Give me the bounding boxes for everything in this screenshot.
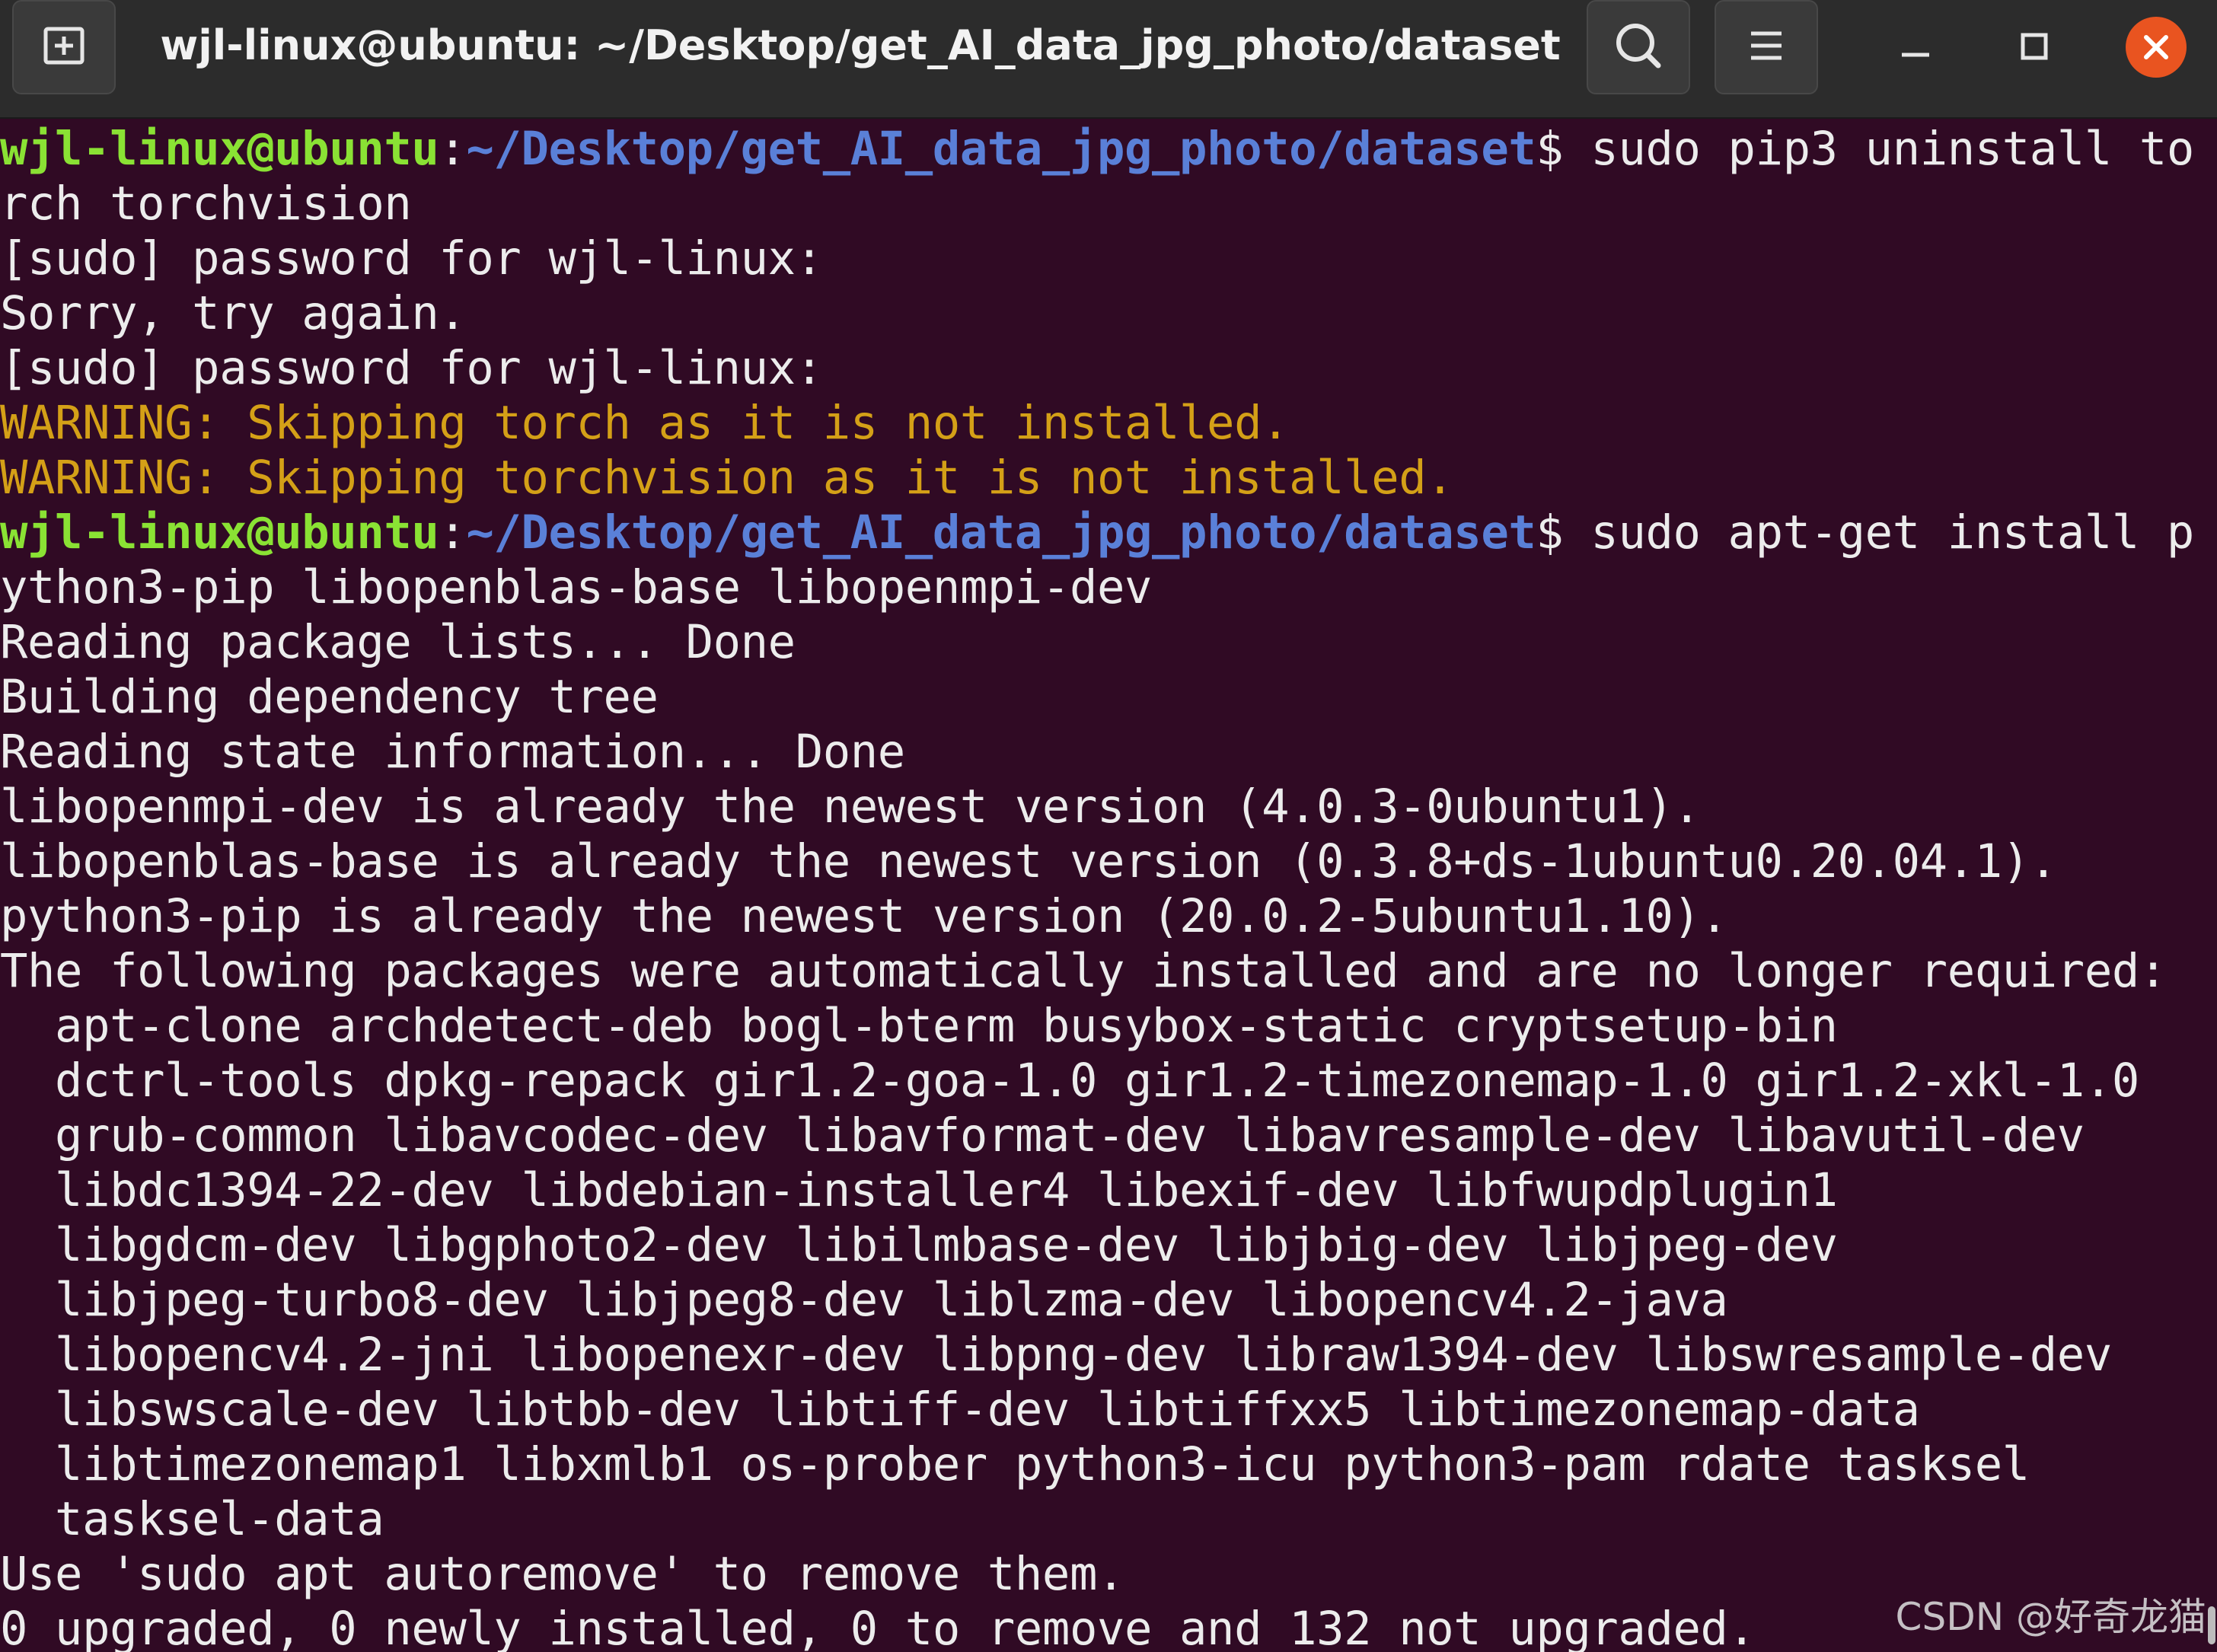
close-icon xyxy=(2144,35,2168,59)
prompt-separator: : xyxy=(439,506,467,560)
search-button[interactable] xyxy=(1587,0,1690,94)
terminal-line: wjl-linux@ubuntu:~/Desktop/get_AI_data_j… xyxy=(0,505,2194,560)
prompt-path: ~/Desktop/get_AI_data_jpg_photo/dataset xyxy=(466,123,1536,176)
terminal-line: Sorry, try again. xyxy=(0,287,467,340)
scrollbar[interactable] xyxy=(2208,1606,2215,1644)
terminal-line: ython3-pip libopenblas-base libopenmpi-d… xyxy=(0,561,1153,614)
prompt-user: wjl-linux@ubuntu xyxy=(0,123,439,176)
command-text: $ sudo apt-get install p xyxy=(1536,506,2194,560)
close-button[interactable] xyxy=(2126,17,2187,78)
terminal-line: Reading state information... Done xyxy=(0,726,905,779)
warning-line: WARNING: Skipping torch as it is not ins… xyxy=(0,397,1290,450)
new-tab-button[interactable] xyxy=(12,0,116,94)
prompt-path: ~/Desktop/get_AI_data_jpg_photo/dataset xyxy=(466,506,1536,560)
warning-line: WARNING: Skipping torchvision as it is n… xyxy=(0,451,1454,505)
terminal-line: tasksel-data xyxy=(0,1493,384,1546)
menu-button[interactable] xyxy=(1715,0,1818,94)
command-text: $ sudo pip3 uninstall to xyxy=(1536,123,2194,176)
hamburger-menu-icon xyxy=(1751,31,1782,60)
maximize-icon xyxy=(2021,33,2048,60)
title-bar[interactable]: wjl-linux@ubuntu: ~/Desktop/get_AI_data_… xyxy=(0,0,2217,119)
terminal-line: libgdcm-dev libgphoto2-dev libilmbase-de… xyxy=(0,1219,1838,1272)
terminal-line: libdc1394-22-dev libdebian-installer4 li… xyxy=(0,1164,1838,1217)
minimize-button[interactable] xyxy=(1885,17,1946,78)
terminal-line: wjl-linux@ubuntu:~/Desktop/get_AI_data_j… xyxy=(0,122,2194,177)
terminal-output[interactable]: wjl-linux@ubuntu:~/Desktop/get_AI_data_j… xyxy=(0,122,2217,1652)
terminal-line: libopencv4.2-jni libopenexr-dev libpng-d… xyxy=(0,1328,2112,1382)
terminal-line: grub-common libavcodec-dev libavformat-d… xyxy=(0,1109,2085,1162)
maximize-button[interactable] xyxy=(2004,17,2065,78)
terminal-line: apt-clone archdetect-deb bogl-bterm busy… xyxy=(0,1000,1838,1053)
prompt-user: wjl-linux@ubuntu xyxy=(0,506,439,560)
watermark: CSDN @好奇龙猫 xyxy=(1895,1595,2206,1639)
terminal-line: python3-pip is already the newest versio… xyxy=(0,890,1728,943)
terminal-line: libopenblas-base is already the newest v… xyxy=(0,835,2057,888)
terminal-window: wjl-linux@ubuntu: ~/Desktop/get_AI_data_… xyxy=(0,0,2217,1652)
terminal-line: dctrl-tools dpkg-repack gir1.2-goa-1.0 g… xyxy=(0,1054,2139,1108)
terminal-line: [sudo] password for wjl-linux: xyxy=(0,342,823,395)
terminal-line: Use 'sudo apt autoremove' to remove them… xyxy=(0,1548,1124,1601)
search-icon xyxy=(1616,24,1661,69)
terminal-line: The following packages were automaticall… xyxy=(0,945,2167,998)
window-title: wjl-linux@ubuntu: ~/Desktop/get_AI_data_… xyxy=(160,21,1561,69)
terminal-line: Building dependency tree xyxy=(0,671,659,724)
minimize-icon xyxy=(1902,53,1929,57)
terminal-line: [sudo] password for wjl-linux: xyxy=(0,232,823,285)
terminal-line: libjpeg-turbo8-dev libjpeg8-dev liblzma-… xyxy=(0,1274,1728,1327)
terminal-line: libswscale-dev libtbb-dev libtiff-dev li… xyxy=(0,1383,1920,1437)
terminal-line: libopenmpi-dev is already the newest ver… xyxy=(0,780,1701,834)
terminal-line: 0 upgraded, 0 newly installed, 0 to remo… xyxy=(0,1603,1756,1652)
prompt-separator: : xyxy=(439,123,467,176)
new-tab-icon xyxy=(43,27,85,65)
terminal-line: libtimezonemap1 libxmlb1 os-prober pytho… xyxy=(0,1438,2030,1491)
terminal-line: rch torchvision xyxy=(0,177,412,231)
terminal-line: Reading package lists... Done xyxy=(0,616,796,669)
